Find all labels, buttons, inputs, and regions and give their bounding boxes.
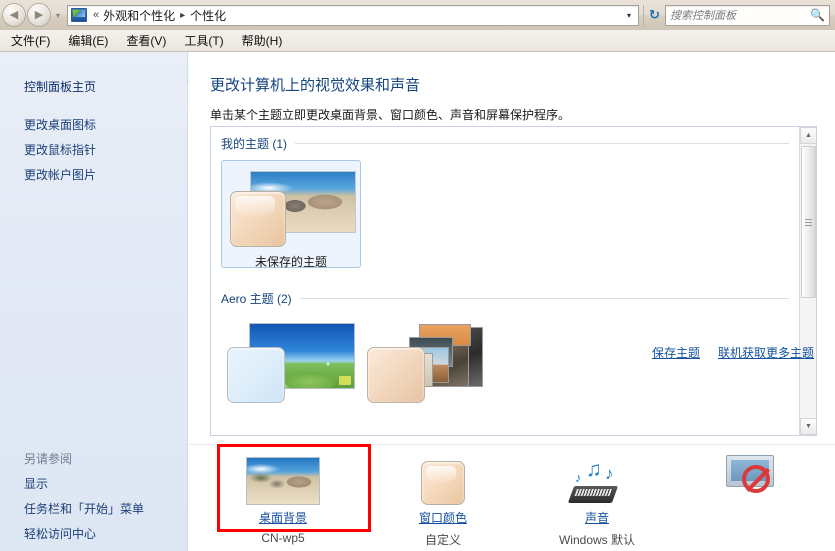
history-dropdown-icon[interactable]: ▾ [52,11,64,20]
theme-item-aero-2[interactable] [361,315,501,423]
bottom-item-link[interactable]: 窗口颜色 [383,509,503,526]
title-bar: ◀ ▶ ▾ « 外观和个性化 ▸ 个性化 ▾ ↻ 搜索控制面板 🔍 [0,0,835,30]
sidebar-see-also-heading: 另请参阅 [24,452,73,466]
sidebar-top-group: 控制面板主页 更改桌面图标 更改鼠标指针 更改帐户图片 [0,52,187,187]
bottom-item-desktop-background[interactable]: 桌面背景 CN-wp5 [223,453,343,545]
forward-button[interactable]: ▶ [27,3,51,27]
theme-item-unsaved[interactable]: 未保存的主题 [221,160,361,269]
breadcrumb-overflow-icon[interactable]: « [90,9,102,21]
scroll-up-button[interactable]: ▲ [800,127,816,144]
theme-row-my-themes: 未保存的主题 [211,160,799,269]
menu-bar: 文件(F) 编辑(E) 查看(V) 工具(T) 帮助(H) [0,30,835,52]
music-note-icon: ♪ [575,470,582,485]
sidebar-item-change-account-picture[interactable]: 更改帐户图片 [0,162,187,187]
sound-icon: ♪ ♫ ♪ [537,453,657,505]
get-more-themes-online-link[interactable]: 联机获取更多主题 [718,344,814,361]
scroll-down-button[interactable]: ▼ [800,418,816,435]
group-header-label: 我的主题 (1) [221,137,288,151]
theme-settings-bar: 桌面背景 CN-wp5 窗口颜色 自定义 ♪ ♫ ♪ 声音 Windows 默认 [189,444,835,551]
screen-saver-icon [691,453,811,505]
menu-item-edit[interactable]: 编辑(E) [59,30,117,51]
page-title: 更改计算机上的视觉效果和声音 [210,77,421,94]
theme-item-label: 未保存的主题 [254,255,327,269]
desktop-background-icon [223,453,343,505]
sidebar-item-taskbar-start-menu[interactable]: 任务栏和「开始」菜单 [0,496,187,521]
forward-arrow-icon: ▶ [34,8,44,21]
group-header-label: Aero 主题 (2) [221,292,292,306]
search-input[interactable]: 搜索控制面板 [670,7,810,23]
bottom-item-window-color[interactable]: 窗口颜色 自定义 [383,453,503,548]
breadcrumb-appearance[interactable]: 外观和个性化 [102,7,176,24]
speaker-notes-icon: ♪ ♫ ♪ [567,455,627,505]
theme-pane-scrollbar[interactable]: ▲ ▼ [799,127,816,435]
theme-list-inner: 我的主题 (1) 未保存的主题 Aero 主题 (2) [211,127,799,435]
sidebar-see-also-group: 另请参阅 显示 任务栏和「开始」菜单 轻松访问中心 [0,446,187,546]
wallpaper-thumbnail-icon [246,457,320,505]
scrollbar-grip-icon [805,218,812,226]
window-color-icon [383,453,503,505]
back-button[interactable]: ◀ [2,3,26,27]
prohibited-icon [742,465,770,493]
music-note-icon: ♪ [605,464,614,483]
bottom-item-value: Windows 默认 [558,533,635,547]
sidebar-item-ease-of-access-center[interactable]: 轻松访问中心 [0,521,187,546]
sidebar-item-display[interactable]: 显示 [0,471,187,496]
sidebar-item-change-mouse-pointers[interactable]: 更改鼠标指针 [0,137,187,162]
address-bar[interactable]: « 外观和个性化 ▸ 个性化 ▾ [67,4,639,26]
window-swatch-icon [421,461,465,505]
sidebar: 控制面板主页 更改桌面图标 更改鼠标指针 更改帐户图片 另请参阅 显示 任务栏和… [0,52,188,551]
breadcrumb-separator-icon[interactable]: ▸ [176,10,189,21]
scrollbar-thumb[interactable] [801,146,816,298]
theme-thumbnail [367,321,495,403]
search-icon: 🔍 [810,8,825,22]
bottom-item-screen-saver[interactable] [691,453,811,510]
personalization-window: ◀ ▶ ▾ « 外观和个性化 ▸ 个性化 ▾ ↻ 搜索控制面板 🔍 文件(F) … [0,0,835,551]
bottom-item-link[interactable]: 声音 [537,509,657,526]
bottom-item-link[interactable]: 桌面背景 [223,509,343,526]
menu-item-tools[interactable]: 工具(T) [175,30,232,51]
theme-thumbnail [228,167,356,249]
bottom-item-value: 自定义 [424,533,461,547]
theme-list-pane: 我的主题 (1) 未保存的主题 Aero 主题 (2) ▲ ▼ [210,126,817,436]
theme-window-preview-icon [227,347,285,403]
sidebar-item-change-desktop-icons[interactable]: 更改桌面图标 [0,112,187,137]
group-header-my-themes: 我的主题 (1) [221,135,789,152]
group-header-aero-themes: Aero 主题 (2) [221,290,789,307]
breadcrumb-personalization[interactable]: 个性化 [189,7,227,24]
menu-item-help[interactable]: 帮助(H) [233,30,292,51]
theme-window-preview-icon [367,347,425,403]
group-header-rule [299,298,789,299]
music-note-icon: ♫ [586,458,602,481]
bottom-item-sounds[interactable]: ♪ ♫ ♪ 声音 Windows 默认 [537,453,657,548]
theme-thumbnail [227,321,355,403]
back-arrow-icon: ◀ [9,8,19,21]
sidebar-item-control-panel-home[interactable]: 控制面板主页 [0,74,187,99]
menu-item-file[interactable]: 文件(F) [2,30,59,51]
address-dropdown-icon[interactable]: ▾ [620,6,638,25]
page-subtitle: 单击某个主题立即更改桌面背景、窗口颜色、声音和屏幕保护程序。 [210,108,571,122]
monitor-disabled-icon [716,455,786,505]
keyboard-icon [567,486,619,503]
theme-actions: 保存主题 联机获取更多主题 [652,344,814,361]
refresh-button[interactable]: ↻ [643,4,665,26]
navigation-buttons: ◀ ▶ ▾ [2,3,64,27]
control-panel-icon [71,8,87,22]
bottom-item-value: CN-wp5 [261,531,305,545]
group-header-rule [295,143,789,144]
theme-window-preview-icon [230,191,286,247]
save-theme-link[interactable]: 保存主题 [652,344,700,361]
menu-item-view[interactable]: 查看(V) [117,30,175,51]
theme-row-aero-themes [211,315,799,423]
search-box[interactable]: 搜索控制面板 🔍 [665,4,830,26]
theme-item-aero-1[interactable] [221,315,361,423]
